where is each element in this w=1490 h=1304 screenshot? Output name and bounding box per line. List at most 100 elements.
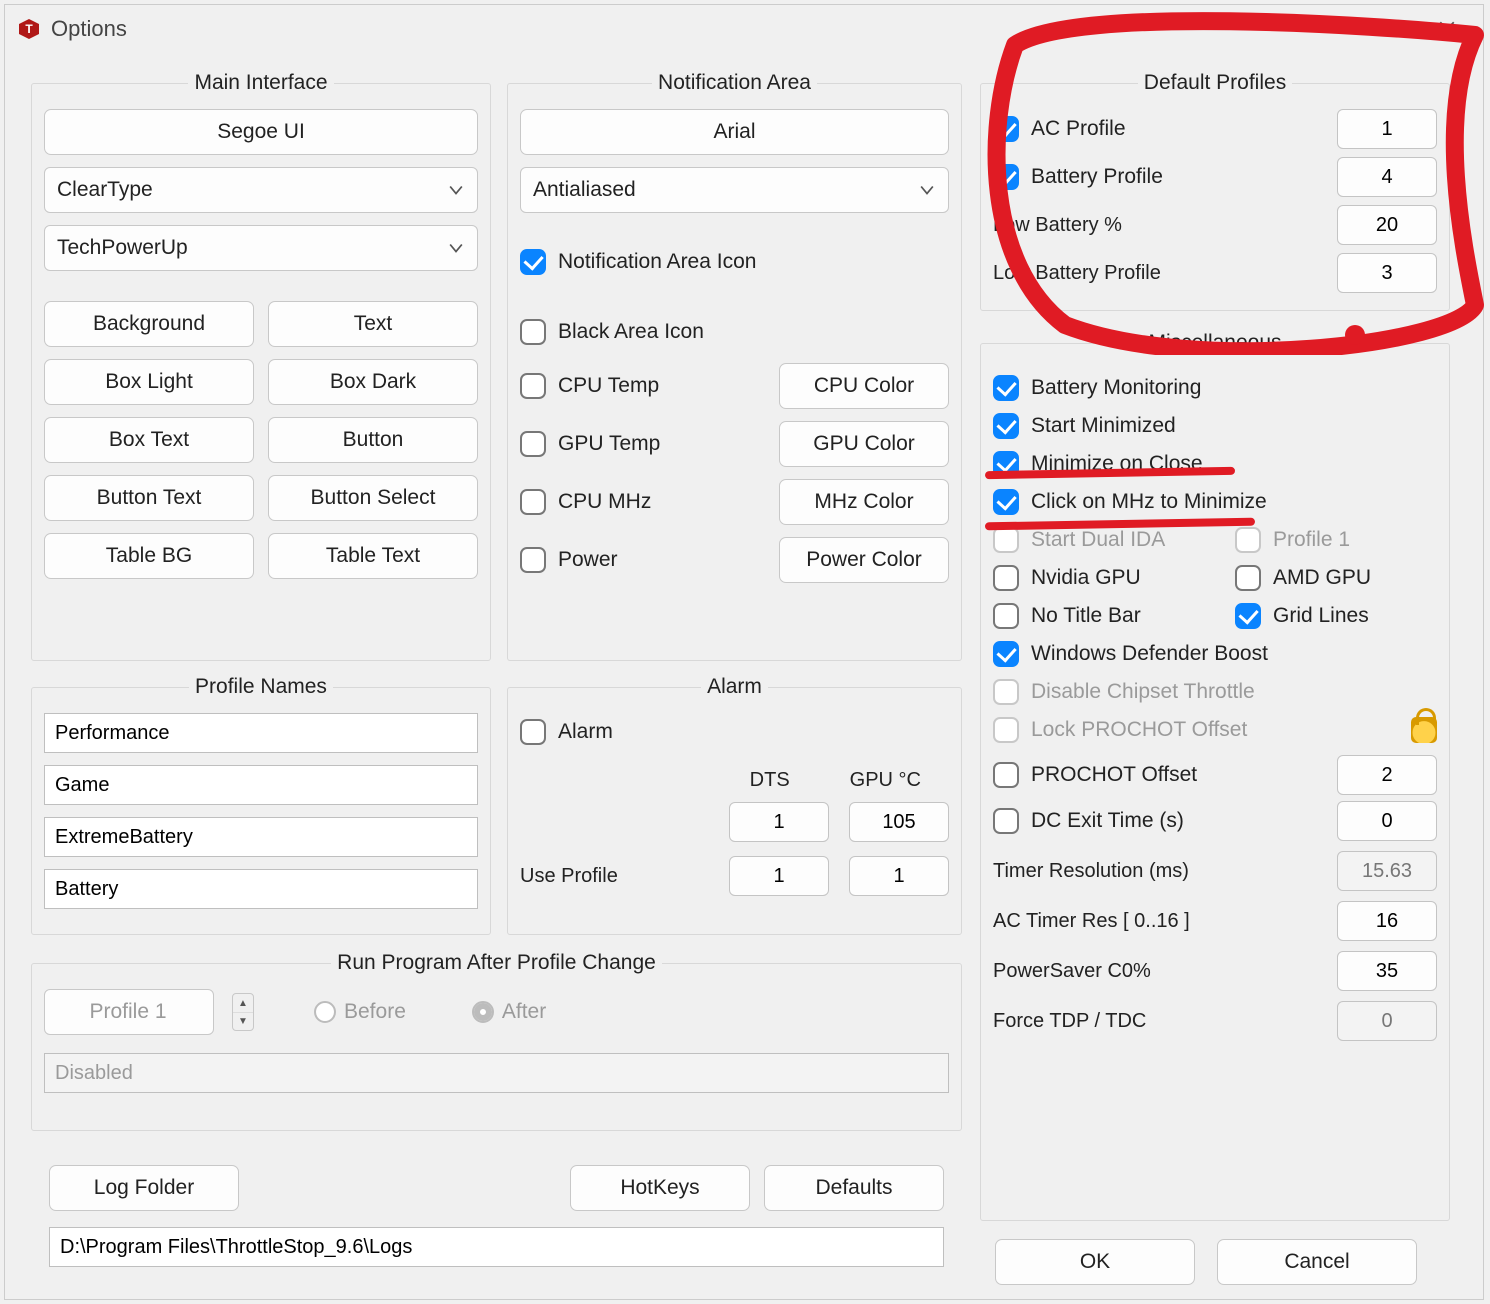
alarm-checkbox[interactable]: Alarm bbox=[520, 713, 949, 751]
box-dark-button[interactable]: Box Dark bbox=[268, 359, 478, 405]
footer-buttons: OK Cancel bbox=[995, 1239, 1417, 1285]
run-profile-select[interactable]: Profile 1 bbox=[44, 989, 214, 1035]
box-light-button[interactable]: Box Light bbox=[44, 359, 254, 405]
titlebar: T Options bbox=[5, 5, 1483, 53]
battery-profile-checkbox[interactable]: Battery Profile bbox=[993, 158, 1163, 196]
profile-2-input[interactable] bbox=[44, 765, 478, 805]
use-gpu-input[interactable] bbox=[849, 856, 949, 896]
profile1-checkbox: Profile 1 bbox=[1235, 521, 1437, 559]
notification-area-legend: Notification Area bbox=[652, 71, 817, 95]
render-select[interactable]: ClearType bbox=[44, 167, 478, 213]
tdp-label: Force TDP / TDC bbox=[993, 1010, 1146, 1033]
timer-res-value bbox=[1337, 851, 1437, 891]
nvidia-gpu-checkbox[interactable]: Nvidia GPU bbox=[993, 559, 1195, 597]
battery-monitoring-checkbox[interactable]: Battery Monitoring bbox=[993, 369, 1437, 407]
chevron-down-icon bbox=[449, 183, 463, 197]
button-button[interactable]: Button bbox=[268, 417, 478, 463]
table-bg-button[interactable]: Table BG bbox=[44, 533, 254, 579]
cpu-mhz-checkbox[interactable]: CPU MHz bbox=[520, 483, 651, 521]
gpu-temp-checkbox[interactable]: GPU Temp bbox=[520, 425, 660, 463]
aa-select-value: Antialiased bbox=[533, 178, 636, 202]
lock-prochot-checkbox: Lock PROCHOT Offset bbox=[993, 711, 1247, 749]
profile-spinner[interactable]: ▲▼ bbox=[232, 993, 254, 1031]
notification-area-group: Notification Area Arial Antialiased Noti… bbox=[507, 71, 962, 661]
amd-gpu-checkbox[interactable]: AMD GPU bbox=[1235, 559, 1437, 597]
click-mhz-min-checkbox[interactable]: Click on MHz to Minimize bbox=[993, 483, 1437, 521]
cpu-color-button[interactable]: CPU Color bbox=[779, 363, 949, 409]
background-button[interactable]: Background bbox=[44, 301, 254, 347]
log-folder-button[interactable]: Log Folder bbox=[49, 1165, 239, 1211]
mhz-color-button[interactable]: MHz Color bbox=[779, 479, 949, 525]
table-text-button[interactable]: Table Text bbox=[268, 533, 478, 579]
power-checkbox[interactable]: Power bbox=[520, 541, 618, 579]
wdb-checkbox[interactable]: Windows Defender Boost bbox=[993, 635, 1437, 673]
gpu-value-input[interactable] bbox=[849, 802, 949, 842]
alarm-group: Alarm Alarm DTS GPU °C Use Profile bbox=[507, 675, 962, 935]
disable-throttle-checkbox: Disable Chipset Throttle bbox=[993, 673, 1437, 711]
start-dual-ida-checkbox: Start Dual IDA bbox=[993, 521, 1195, 559]
lock-icon bbox=[1411, 717, 1437, 743]
start-minimized-checkbox[interactable]: Start Minimized bbox=[993, 407, 1437, 445]
theme-select-value: TechPowerUp bbox=[57, 236, 188, 260]
run-path-input[interactable] bbox=[44, 1053, 949, 1093]
main-interface-group: Main Interface Segoe UI ClearType TechPo… bbox=[31, 71, 491, 661]
ac-profile-checkbox[interactable]: AC Profile bbox=[993, 110, 1126, 148]
prochot-offset-checkbox[interactable]: PROCHOT Offset bbox=[993, 756, 1197, 794]
dc-exit-value[interactable] bbox=[1337, 801, 1437, 841]
profile-4-input[interactable] bbox=[44, 869, 478, 909]
close-icon[interactable] bbox=[1427, 13, 1467, 45]
low-battery-pct-label: Low Battery % bbox=[993, 214, 1122, 237]
battery-profile-value[interactable] bbox=[1337, 157, 1437, 197]
low-battery-pct-value[interactable] bbox=[1337, 205, 1437, 245]
options-window: T Options Main Interface Segoe UI ClearT… bbox=[4, 4, 1484, 1300]
button-select-button[interactable]: Button Select bbox=[268, 475, 478, 521]
gpu-color-button[interactable]: GPU Color bbox=[779, 421, 949, 467]
before-radio[interactable]: Before bbox=[314, 1000, 406, 1024]
profile-names-group: Profile Names bbox=[31, 675, 491, 935]
minimize-on-close-checkbox[interactable]: Minimize on Close bbox=[993, 445, 1437, 483]
font-button[interactable]: Segoe UI bbox=[44, 109, 478, 155]
misc-legend: Miscellaneous bbox=[1142, 331, 1287, 355]
cancel-button[interactable]: Cancel bbox=[1217, 1239, 1417, 1285]
render-select-value: ClearType bbox=[57, 178, 153, 202]
text-button[interactable]: Text bbox=[268, 301, 478, 347]
dts-value-input[interactable] bbox=[729, 802, 829, 842]
power-color-button[interactable]: Power Color bbox=[779, 537, 949, 583]
theme-select[interactable]: TechPowerUp bbox=[44, 225, 478, 271]
no-title-bar-checkbox[interactable]: No Title Bar bbox=[993, 597, 1195, 635]
prochot-offset-value[interactable] bbox=[1337, 755, 1437, 795]
dts-label: DTS bbox=[750, 769, 790, 792]
cpu-temp-checkbox[interactable]: CPU Temp bbox=[520, 367, 659, 405]
notify-font-button[interactable]: Arial bbox=[520, 109, 949, 155]
run-after-legend: Run Program After Profile Change bbox=[331, 951, 662, 975]
hotkeys-button[interactable]: HotKeys bbox=[570, 1165, 750, 1211]
profile-names-legend: Profile Names bbox=[189, 675, 333, 699]
default-profiles-legend: Default Profiles bbox=[1138, 71, 1292, 95]
default-profiles-group: Default Profiles AC Profile Battery Prof… bbox=[980, 71, 1450, 311]
ok-button[interactable]: OK bbox=[995, 1239, 1195, 1285]
chevron-down-icon bbox=[920, 183, 934, 197]
black-icon-checkbox[interactable]: Black Area Icon bbox=[520, 313, 949, 351]
c0-value[interactable] bbox=[1337, 951, 1437, 991]
run-profile-select-value: Profile 1 bbox=[89, 1000, 166, 1024]
notify-icon-checkbox[interactable]: Notification Area Icon bbox=[520, 243, 949, 281]
box-text-button[interactable]: Box Text bbox=[44, 417, 254, 463]
dc-exit-checkbox[interactable]: DC Exit Time (s) bbox=[993, 802, 1184, 840]
app-icon: T bbox=[17, 17, 41, 41]
log-path-input[interactable] bbox=[49, 1227, 944, 1267]
button-text-button[interactable]: Button Text bbox=[44, 475, 254, 521]
alarm-legend: Alarm bbox=[701, 675, 768, 699]
profile-1-input[interactable] bbox=[44, 713, 478, 753]
after-radio[interactable]: After bbox=[472, 1000, 546, 1024]
timer-res-label: Timer Resolution (ms) bbox=[993, 860, 1189, 883]
low-battery-profile-value[interactable] bbox=[1337, 253, 1437, 293]
window-title: Options bbox=[51, 16, 127, 42]
defaults-button[interactable]: Defaults bbox=[764, 1165, 944, 1211]
grid-lines-checkbox[interactable]: Grid Lines bbox=[1235, 597, 1437, 635]
low-battery-profile-label: Low Battery Profile bbox=[993, 262, 1161, 285]
use-dts-input[interactable] bbox=[729, 856, 829, 896]
profile-3-input[interactable] bbox=[44, 817, 478, 857]
aa-select[interactable]: Antialiased bbox=[520, 167, 949, 213]
ac-timer-value[interactable] bbox=[1337, 901, 1437, 941]
ac-profile-value[interactable] bbox=[1337, 109, 1437, 149]
